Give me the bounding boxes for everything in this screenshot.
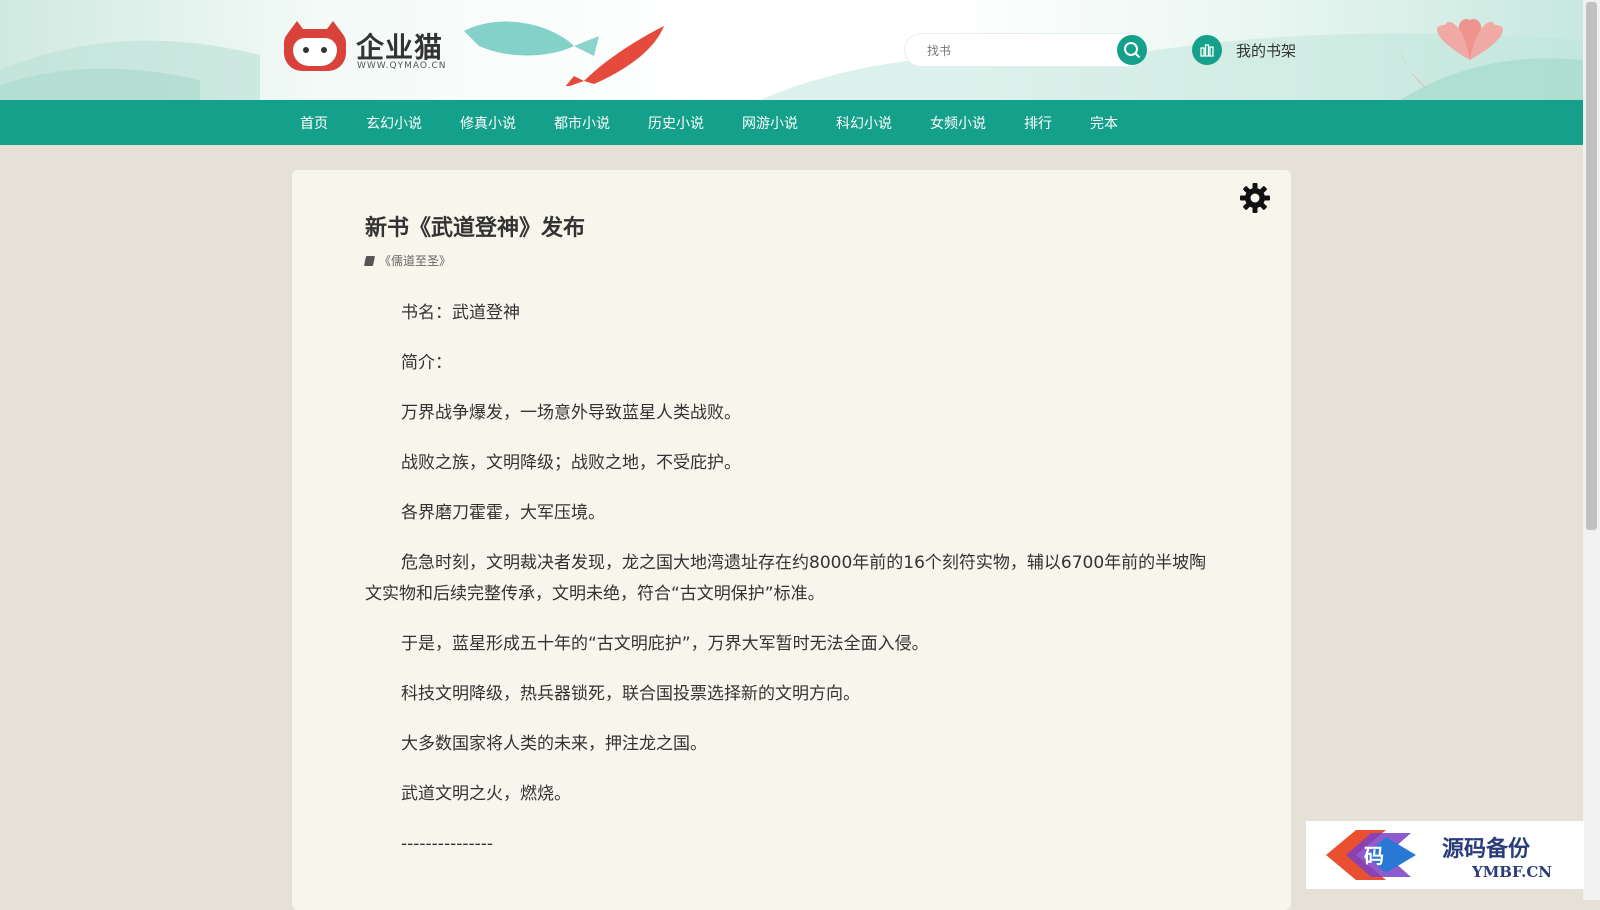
watermark-en: YMBF.CN: [1472, 863, 1553, 881]
gear-icon[interactable]: [1239, 182, 1271, 214]
watermark-cn: 源码备份: [1442, 836, 1531, 862]
nav-item-xiuzhen[interactable]: 修真小说: [460, 113, 516, 133]
nav-item-home[interactable]: 首页: [300, 113, 328, 133]
watermark: 码 源码备份 YMBF.CN: [1306, 821, 1584, 889]
bookshelf-label: 我的书架: [1236, 41, 1297, 60]
paragraph: 危急时刻，文明裁决者发现，龙之国大地湾遗址存在约8000年前的16个刻符实物，辅…: [365, 553, 1207, 604]
book-link-label: 《儒道至圣》: [379, 254, 452, 268]
article-card: 新书《武道登神》发布 《儒道至圣》 书名：武道登神 简介： 万界战争爆发，一场意…: [292, 170, 1291, 910]
search-button[interactable]: [1117, 35, 1147, 65]
book-icon: [363, 255, 376, 266]
site-header: 企业猫 WWW.QYMAO.CN 我的书架: [0, 0, 1583, 100]
watermark-logo: 码: [1326, 830, 1416, 880]
paragraph: 大多数国家将人类的未来，押注龙之国。: [401, 734, 707, 754]
article-title: 新书《武道登神》发布: [365, 216, 586, 241]
koi-fish-icon: [464, 21, 664, 86]
cat-logo-icon: [284, 21, 346, 71]
nav-item-nvpin[interactable]: 女频小说: [930, 113, 986, 133]
watermark-glyph: 码: [1364, 844, 1384, 868]
nav-item-lishi[interactable]: 历史小说: [648, 113, 704, 133]
paragraph: 于是，蓝星形成五十年的“古文明庇护”，万界大军暂时无法全面入侵。: [401, 634, 929, 654]
nav-item-completed[interactable]: 完本: [1090, 113, 1118, 133]
bookshelf-link[interactable]: 我的书架: [1192, 35, 1296, 65]
paragraph: 简介：: [401, 353, 452, 373]
paragraph: 科技文明降级，热兵器锁死，联合国投票选择新的文明方向。: [401, 684, 860, 704]
nav-item-dushi[interactable]: 都市小说: [554, 113, 610, 133]
nav-item-wangyou[interactable]: 网游小说: [742, 113, 798, 133]
search-icon: [1124, 42, 1141, 59]
main-nav: 首页 玄幻小说 修真小说 都市小说 历史小说 网游小说 科幻小说 女频小说 排行…: [0, 100, 1583, 145]
paragraph: 武道文明之火，燃烧。: [401, 784, 571, 804]
page-scrollbar[interactable]: [1583, 0, 1600, 900]
scrollbar-thumb[interactable]: [1586, 2, 1597, 530]
search-input[interactable]: [925, 41, 1109, 61]
search-box: [905, 34, 1147, 66]
paragraph: ---------------: [401, 834, 494, 854]
bookshelf-icon: [1192, 35, 1222, 65]
nav-item-kehuan[interactable]: 科幻小说: [836, 113, 892, 133]
logo-text: 企业猫: [356, 31, 444, 64]
paragraph: 万界战争爆发，一场意外导致蓝星人类战败。: [401, 403, 741, 423]
article-body: 书名：武道登神 简介： 万界战争爆发，一场意外导致蓝星人类战败。 战败之族，文明…: [365, 298, 1215, 879]
nav-item-xuanhuan[interactable]: 玄幻小说: [366, 113, 422, 133]
paragraph: 战败之族，文明降级；战败之地，不受庇护。: [401, 453, 741, 473]
paragraph: 书名：武道登神: [401, 303, 520, 323]
nav-item-ranking[interactable]: 排行: [1024, 113, 1052, 133]
site-logo[interactable]: 企业猫 WWW.QYMAO.CN: [284, 21, 664, 96]
book-link[interactable]: 《儒道至圣》: [363, 252, 452, 269]
paragraph: 各界磨刀霍霍，大军压境。: [401, 503, 605, 523]
header-decoration: [0, 19, 1583, 100]
